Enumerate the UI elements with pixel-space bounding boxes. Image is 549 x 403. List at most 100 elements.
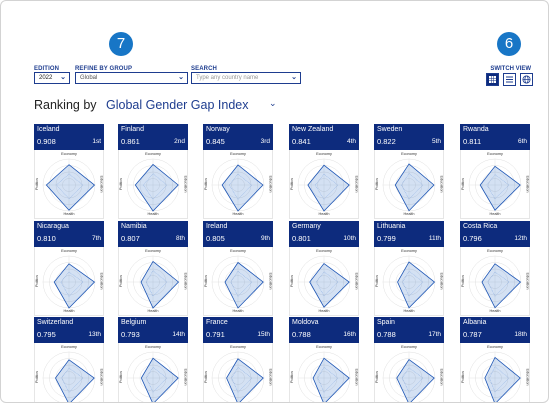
country-card[interactable]: Rwanda 0.811 6th Economy Health Politics Educa…: [460, 124, 530, 219]
country-card[interactable]: Ireland 0.805 9th Economy Health Politics Educ…: [203, 221, 273, 316]
country-card[interactable]: New Zealand 0.841 4th Economy Health Politics…: [289, 124, 359, 219]
radar-chart: Economy Health Politics Education: [374, 247, 444, 316]
radar-svg: [211, 351, 265, 402]
radar-chart: Economy Health Politics Education: [34, 247, 104, 316]
country-score: 0.801: [292, 234, 311, 243]
axis-label-health: Health: [232, 309, 244, 313]
country-rank: 13th: [88, 331, 101, 338]
country-name: Sweden: [377, 126, 403, 133]
country-score: 0.810: [37, 234, 56, 243]
country-name: France: [206, 319, 228, 326]
axis-label-politics: Politics: [35, 177, 40, 191]
axis-label-politics: Politics: [119, 274, 124, 288]
country-rank: 18th: [514, 331, 527, 338]
axis-label-economy: Economy: [487, 152, 503, 156]
card-header: Norway 0.845 3rd: [203, 124, 273, 150]
country-card[interactable]: Iceland 0.908 1st Economy Health Politics Educ…: [34, 124, 104, 219]
country-score: 0.793: [121, 330, 140, 339]
radar-score-shape: [312, 357, 350, 402]
axis-label-politics: Politics: [461, 177, 466, 191]
axis-label-health: Health: [63, 212, 75, 216]
country-score: 0.799: [377, 234, 396, 243]
card-header: Ireland 0.805 9th: [203, 221, 273, 247]
axis-label-health: Health: [489, 212, 501, 216]
card-header: Nicaragua 0.810 7th: [34, 221, 104, 247]
country-rank: 3rd: [260, 138, 270, 145]
axis-label-education: Education: [183, 368, 188, 386]
card-header: Spain 0.788 17th: [374, 317, 444, 343]
country-name: Nicaragua: [37, 223, 69, 230]
axis-label-education: Education: [439, 175, 444, 193]
country-card[interactable]: Lithuania 0.799 11th Economy Health Politics E…: [374, 221, 444, 316]
country-card[interactable]: Finland 0.861 2nd Economy Health Politics Educ…: [118, 124, 188, 219]
card-header: Sweden 0.822 5th: [374, 124, 444, 150]
axis-label-politics: Politics: [119, 370, 124, 384]
country-rank: 8th: [175, 235, 185, 242]
country-card[interactable]: Sweden 0.822 5th Economy Health Politics Educa…: [374, 124, 444, 219]
axis-label-health: Health: [318, 309, 330, 313]
country-card[interactable]: Costa Rica 0.796 12th Economy Health Politics…: [460, 221, 530, 316]
country-name: Finland: [121, 126, 144, 133]
card-header: Germany 0.801 10th: [289, 221, 359, 247]
radar-chart: Economy Health Politics Education: [289, 150, 359, 219]
country-card[interactable]: Switzerland0.79513thEconomyHealthPolitic…: [34, 317, 104, 402]
chevron-down-icon[interactable]: ⌄: [269, 98, 277, 109]
edition-select[interactable]: 2022 ⌄: [34, 72, 70, 84]
group-select[interactable]: Global ⌄: [75, 72, 188, 84]
country-rank: 9th: [260, 235, 270, 242]
radar-svg: [468, 255, 522, 309]
country-card[interactable]: Belgium0.79314thEconomyHealthPoliticsEdu…: [118, 317, 188, 402]
country-score: 0.861: [121, 137, 140, 146]
list-view-button[interactable]: [503, 73, 516, 86]
radar-score-shape: [53, 263, 96, 309]
country-score: 0.811: [463, 137, 482, 146]
country-rank: 4th: [346, 138, 356, 145]
country-card[interactable]: Spain0.78817thEconomyHealthPoliticsEduca…: [374, 317, 444, 402]
country-score: 0.841: [292, 137, 311, 146]
axis-label-politics: Politics: [290, 370, 295, 384]
country-score: 0.908: [37, 137, 56, 146]
country-score: 0.805: [206, 234, 225, 243]
country-card[interactable]: Norway 0.845 3rd Economy Health Politics Educa…: [203, 124, 273, 219]
radar-svg: [297, 255, 351, 309]
card-header: France 0.791 15th: [203, 317, 273, 343]
grid-icon: [489, 76, 496, 83]
index-select[interactable]: Global Gender Gap Index: [106, 98, 248, 112]
country-rank: 1st: [92, 138, 101, 145]
country-rank: 2nd: [174, 138, 185, 145]
country-card[interactable]: Namibia 0.807 8th Economy Health Politics Educ…: [118, 221, 188, 316]
axis-label-education: Education: [268, 175, 273, 193]
radar-score-shape: [55, 359, 95, 402]
country-score: 0.796: [463, 234, 482, 243]
radar-svg: [42, 351, 96, 402]
grid-view-button[interactable]: [486, 73, 499, 86]
radar-chart: Economy Health Politics Education: [460, 247, 530, 316]
list-icon: [506, 76, 513, 83]
chevron-down-icon: ⌄: [60, 74, 66, 81]
globe-view-button[interactable]: [520, 73, 533, 86]
country-name: Iceland: [37, 126, 60, 133]
country-card[interactable]: Albania0.78718thEconomyHealthPoliticsEdu…: [460, 317, 530, 402]
radar-score-shape: [397, 261, 436, 309]
radar-chart: Economy Health Politics Education: [374, 150, 444, 219]
axis-label-politics: Politics: [375, 370, 380, 384]
axis-label-health: Health: [318, 212, 330, 216]
radar-svg: [297, 158, 351, 212]
radar-chart: Economy Health Politics Education: [289, 247, 359, 316]
country-card[interactable]: Germany 0.801 10th Economy Health Politics Edu…: [289, 221, 359, 316]
radar-svg: [42, 255, 96, 309]
country-card[interactable]: Moldova0.78816thEconomyHealthPoliticsEdu…: [289, 317, 359, 402]
axis-label-health: Health: [147, 212, 159, 216]
edition-value: 2022: [39, 75, 53, 81]
axis-label-economy: Economy: [230, 345, 246, 349]
radar-svg: [126, 158, 180, 212]
search-input[interactable]: Type any country name ⌄: [191, 72, 301, 84]
axis-label-education: Education: [99, 368, 104, 386]
chevron-down-icon: ⌄: [178, 74, 184, 81]
axis-label-economy: Economy: [230, 249, 246, 253]
country-card[interactable]: France0.79115thEconomyHealthPoliticsEduc…: [203, 317, 273, 402]
axis-label-politics: Politics: [35, 274, 40, 288]
country-card[interactable]: Nicaragua 0.810 7th Economy Health Politics Ed…: [34, 221, 104, 316]
country-name: Switzerland: [37, 319, 74, 326]
country-rank: 14th: [172, 331, 185, 338]
